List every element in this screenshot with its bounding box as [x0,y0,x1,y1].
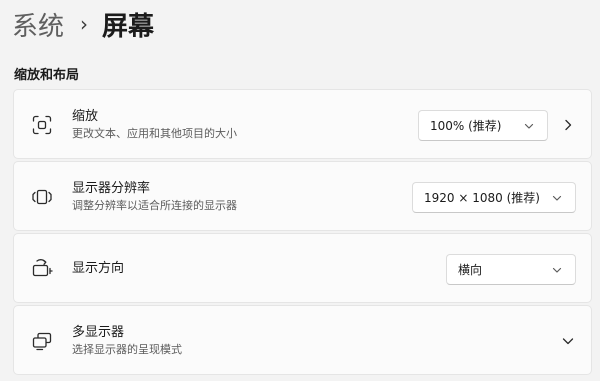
orientation-dropdown-value: 横向 [458,263,483,277]
orientation-icon [31,258,53,280]
section-heading-scale-layout: 缩放和布局 [14,68,80,83]
chevron-down-icon [552,195,562,201]
chevron-down-icon[interactable] [561,334,575,348]
multiple-displays-text: 多显示器 选择显示器的呈现模式 [72,324,182,358]
resolution-setting-card: 显示器分辨率 调整分辨率以适合所连接的显示器 1920 × 1080 (推荐) [13,161,592,231]
breadcrumb-separator: › [80,12,89,36]
resolution-text: 显示器分辨率 调整分辨率以适合所连接的显示器 [72,180,237,214]
resolution-title: 显示器分辨率 [72,181,151,196]
scale-icon [31,114,53,136]
scale-dropdown[interactable]: 100% (推荐) [418,110,548,141]
scale-text: 缩放 更改文本、应用和其他项目的大小 [72,108,237,142]
resolution-subtitle: 调整分辨率以适合所连接的显示器 [72,199,237,212]
resolution-dropdown-value: 1920 × 1080 (推荐) [424,191,540,205]
multiple-displays-card[interactable]: 多显示器 选择显示器的呈现模式 [13,305,592,375]
scale-title: 缩放 [72,109,99,124]
chevron-down-icon [552,267,562,273]
multiple-displays-subtitle: 选择显示器的呈现模式 [72,343,182,356]
breadcrumb-parent-system[interactable]: 系统 [12,6,64,43]
orientation-dropdown[interactable]: 横向 [446,254,576,285]
resolution-icon [31,186,53,208]
chevron-down-icon [524,123,534,129]
multiple-displays-icon [31,330,53,352]
breadcrumb: 系统 › 屏幕 [12,4,154,44]
orientation-text: 显示方向 [72,260,124,277]
orientation-title: 显示方向 [72,261,125,276]
chevron-right-icon[interactable] [561,118,575,132]
page-title: 屏幕 [102,11,155,42]
scale-subtitle: 更改文本、应用和其他项目的大小 [72,127,237,140]
resolution-dropdown[interactable]: 1920 × 1080 (推荐) [412,182,576,213]
scale-setting-card[interactable]: 缩放 更改文本、应用和其他项目的大小 100% (推荐) [13,89,592,159]
orientation-setting-card: 显示方向 横向 [13,233,592,303]
multiple-displays-title: 多显示器 [72,325,125,340]
scale-dropdown-value: 100% (推荐) [430,119,502,133]
